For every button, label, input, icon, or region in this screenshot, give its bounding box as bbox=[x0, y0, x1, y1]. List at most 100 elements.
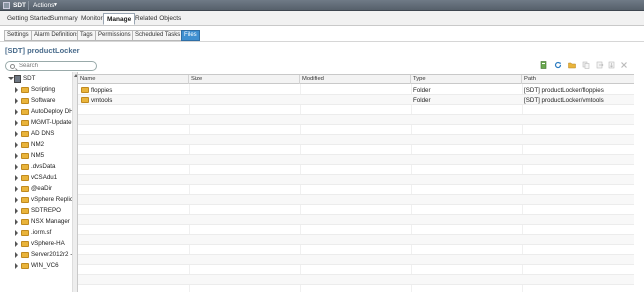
tree-item[interactable]: AD DNS bbox=[2, 129, 72, 140]
tree-root-label: SDT bbox=[23, 75, 36, 82]
empty-row bbox=[78, 275, 634, 285]
chevron-right-icon[interactable] bbox=[15, 263, 18, 269]
folder-icon bbox=[21, 120, 29, 126]
empty-row bbox=[78, 145, 634, 155]
tree-item-label: vSphere Replicat bbox=[31, 196, 72, 203]
column-header-size[interactable]: Size bbox=[189, 75, 300, 84]
tab-related-objects[interactable]: Related Objects bbox=[132, 13, 184, 25]
tree-item[interactable]: Scripting bbox=[2, 85, 72, 96]
empty-row bbox=[78, 255, 634, 265]
search-box[interactable] bbox=[5, 61, 97, 71]
folder-icon bbox=[21, 186, 29, 192]
tab-manage[interactable]: Manage bbox=[103, 13, 136, 25]
empty-row bbox=[78, 195, 634, 205]
tree-item-label: Scripting bbox=[31, 86, 56, 93]
refresh-icon[interactable] bbox=[554, 61, 562, 69]
chevron-right-icon[interactable] bbox=[15, 252, 18, 258]
tree-item[interactable]: Software bbox=[2, 96, 72, 107]
tree-item[interactable]: vSphere-HA bbox=[2, 239, 72, 250]
search-input[interactable] bbox=[19, 62, 95, 70]
download-icon[interactable] bbox=[608, 61, 616, 69]
chevron-right-icon[interactable] bbox=[15, 186, 18, 192]
tab-alarm-definitions[interactable]: Alarm Definitions bbox=[31, 30, 83, 41]
chevron-right-icon[interactable] bbox=[15, 120, 18, 126]
chevron-right-icon[interactable] bbox=[15, 175, 18, 181]
empty-row bbox=[78, 165, 634, 175]
tab-files[interactable]: Files bbox=[181, 30, 200, 41]
delete-icon[interactable] bbox=[620, 61, 628, 69]
tree-item[interactable]: NM5 bbox=[2, 151, 72, 162]
chevron-right-icon[interactable] bbox=[15, 197, 18, 203]
actions-menu[interactable]: Actions bbox=[33, 2, 54, 9]
empty-row bbox=[78, 215, 634, 225]
chevron-right-icon[interactable] bbox=[15, 131, 18, 137]
chevron-right-icon[interactable] bbox=[15, 98, 18, 104]
tree-item[interactable]: NSX Manager bbox=[2, 217, 72, 228]
tab-settings[interactable]: Settings bbox=[4, 30, 32, 41]
chevron-right-icon[interactable] bbox=[15, 208, 18, 214]
folder-icon bbox=[21, 175, 29, 181]
table-row[interactable]: vmtools Folder [SDT] productLocker/vmtools bbox=[78, 95, 634, 105]
folder-icon bbox=[21, 230, 29, 236]
tree-item-label: NSX Manager bbox=[31, 218, 70, 225]
tree-item[interactable]: NM2 bbox=[2, 140, 72, 151]
tree-item[interactable]: WIN_VC6 bbox=[2, 261, 72, 272]
chevron-right-icon[interactable] bbox=[15, 109, 18, 115]
chevron-right-icon[interactable] bbox=[15, 219, 18, 225]
tab-tags[interactable]: Tags bbox=[77, 30, 96, 41]
cell-type: Folder bbox=[413, 96, 431, 104]
tree-item[interactable]: @eaDir bbox=[2, 184, 72, 195]
move-icon[interactable] bbox=[596, 61, 604, 69]
tree-item[interactable]: Server2012r2 - Fi bbox=[2, 250, 72, 261]
upload-file-icon[interactable] bbox=[540, 61, 548, 69]
folder-icon bbox=[21, 197, 29, 203]
tree-root[interactable]: SDT bbox=[2, 74, 72, 85]
sub-tabs: Settings Alarm Definitions Tags Permissi… bbox=[0, 26, 644, 42]
chevron-right-icon[interactable] bbox=[15, 241, 18, 247]
tree-item[interactable]: AutoDeploy DHCI bbox=[2, 107, 72, 118]
column-header-name[interactable]: Name bbox=[78, 75, 189, 84]
chevron-right-icon[interactable] bbox=[15, 164, 18, 170]
tree-item-label: .dvsData bbox=[31, 163, 56, 170]
tree-item[interactable]: vCSAdu1 bbox=[2, 173, 72, 184]
tab-summary[interactable]: Summary bbox=[47, 13, 81, 25]
empty-row bbox=[78, 235, 634, 245]
tree-item[interactable]: .iorm.sf bbox=[2, 228, 72, 239]
datastore-icon bbox=[3, 2, 10, 9]
chevron-right-icon[interactable] bbox=[15, 142, 18, 148]
empty-row bbox=[78, 155, 634, 165]
grid-header: Name Size Modified Type Path bbox=[78, 75, 634, 84]
tree-item-label: AutoDeploy DHCI bbox=[31, 108, 72, 115]
tab-monitor[interactable]: Monitor bbox=[78, 13, 106, 25]
tree-item-label: AD DNS bbox=[31, 130, 55, 137]
empty-row bbox=[78, 175, 634, 185]
tree-item[interactable]: vSphere Replicat bbox=[2, 195, 72, 206]
tree-item[interactable]: MGMT-UpdateMa bbox=[2, 118, 72, 129]
table-row[interactable]: floppies Folder [SDT] productLocker/floppi… bbox=[78, 85, 634, 95]
folder-icon bbox=[21, 98, 29, 104]
chevron-right-icon[interactable] bbox=[15, 87, 18, 93]
chevron-down-icon[interactable]: ▼ bbox=[53, 2, 58, 8]
chevron-right-icon[interactable] bbox=[15, 153, 18, 159]
tree-item-label: MGMT-UpdateMa bbox=[31, 119, 72, 126]
tab-scheduled-tasks[interactable]: Scheduled Tasks bbox=[132, 30, 184, 41]
tree-item[interactable]: .dvsData bbox=[2, 162, 72, 173]
tree-item[interactable]: SDTREPO bbox=[2, 206, 72, 217]
column-header-path[interactable]: Path bbox=[522, 75, 634, 84]
tree-item-label: Server2012r2 - Fi bbox=[31, 251, 72, 258]
new-folder-icon[interactable] bbox=[568, 61, 576, 69]
folder-icon bbox=[21, 241, 29, 247]
folder-tree: SDT Scripting Software AutoDeploy DHCI MGMT… bbox=[2, 72, 78, 292]
object-title: SDT bbox=[13, 1, 26, 9]
tree-item-label: Software bbox=[31, 97, 56, 104]
folder-icon bbox=[21, 219, 29, 225]
column-header-type[interactable]: Type bbox=[411, 75, 522, 84]
chevron-right-icon[interactable] bbox=[15, 230, 18, 236]
tree-item-label: vCSAdu1 bbox=[31, 174, 58, 181]
tab-permissions[interactable]: Permissions bbox=[95, 30, 134, 41]
cell-path: [SDT] productLocker/floppies bbox=[524, 86, 604, 94]
folder-icon bbox=[21, 131, 29, 137]
column-header-modified[interactable]: Modified bbox=[300, 75, 411, 84]
tree-item-label: NM5 bbox=[31, 152, 45, 159]
copy-icon[interactable] bbox=[582, 61, 590, 69]
